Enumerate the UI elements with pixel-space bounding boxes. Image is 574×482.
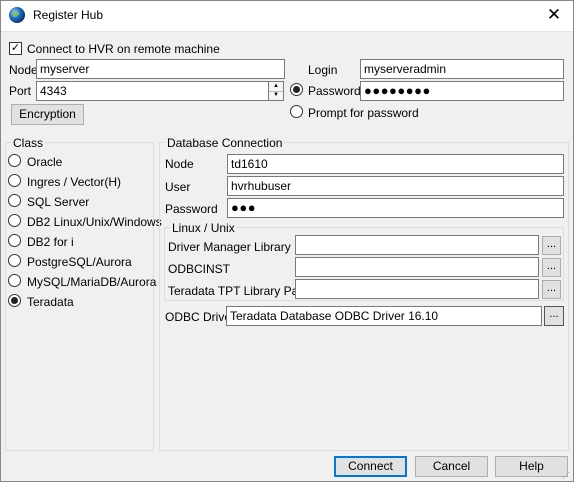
class-radio-db2luw[interactable] [8,214,21,227]
driver-manager-label: Driver Manager Library [168,240,291,254]
class-radio-postgresql[interactable] [8,254,21,267]
class-label-mysql: MySQL/MariaDB/Aurora [27,275,157,289]
odbcinst-browse-button[interactable]: ... [542,258,561,277]
class-label-sqlserver: SQL Server [27,195,90,209]
tpt-library-label: Teradata TPT Library Path [168,284,309,298]
encryption-button[interactable]: Encryption [11,104,84,125]
odbcinst-label: ODBCINST [168,262,231,276]
remote-node-input[interactable]: myserver [36,59,285,79]
hvr-globe-icon [9,7,25,23]
class-label-teradata: Teradata [27,295,74,309]
odbc-driver-label: ODBC Driver [165,310,236,324]
port-spinner[interactable]: ▲ ▼ [268,81,284,101]
class-label-oracle: Oracle [27,155,63,169]
db-node-label: Node [165,157,194,171]
db-node-input[interactable]: td1610 [227,154,564,174]
class-radio-sqlserver[interactable] [8,194,21,207]
cancel-button[interactable]: Cancel [415,456,488,477]
checkmark-icon: ✓ [10,42,21,54]
connect-button[interactable]: Connect [334,456,407,477]
class-radio-db2i[interactable] [8,234,21,247]
linux-unix-title: Linux / Unix [170,221,237,235]
spin-down-icon[interactable]: ▼ [269,91,283,100]
remote-port-input[interactable]: 4343 [36,81,269,101]
odbc-driver-input[interactable]: Teradata Database ODBC Driver 16.10 [226,306,542,326]
class-label-ingres: Ingres / Vector(H) [27,175,122,189]
login-input[interactable]: myserveradmin [360,59,564,79]
class-radio-mysql[interactable] [8,274,21,287]
class-group-title: Class [11,136,46,150]
remote-password-input[interactable]: ●●●●●●●● [360,81,564,101]
db-password-label: Password [165,202,218,216]
help-button[interactable]: Help [495,456,568,477]
class-label-postgresql: PostgreSQL/Aurora [27,255,132,269]
prompt-password-radio[interactable] [290,105,303,118]
password-radio[interactable] [290,83,303,96]
class-label-db2i: DB2 for i [27,235,74,249]
password-radio-label: Password [308,84,361,98]
driver-manager-browse-button[interactable]: ... [542,236,561,255]
db-password-input[interactable]: ●●● [227,198,564,218]
window-title: Register Hub [33,8,104,22]
tpt-library-browse-button[interactable]: ... [542,280,561,299]
remote-checkbox[interactable]: ✓ [9,42,22,55]
db-user-label: User [165,180,191,194]
remote-node-label: Node [9,63,38,77]
remote-port-label: Port [9,84,32,98]
class-radio-oracle[interactable] [8,154,21,167]
login-label: Login [308,63,338,77]
class-label-db2luw: DB2 Linux/Unix/Windows [27,215,162,229]
tpt-library-input[interactable] [295,279,539,299]
db-connection-title: Database Connection [165,136,285,150]
driver-manager-input[interactable] [295,235,539,255]
class-radio-teradata[interactable] [8,294,21,307]
prompt-password-label: Prompt for password [308,106,419,120]
class-radio-ingres[interactable] [8,174,21,187]
odbc-driver-browse-button[interactable]: ... [544,306,564,326]
close-button[interactable]: ✕ [543,5,565,25]
odbcinst-input[interactable] [295,257,539,277]
resize-grip-icon[interactable]: ⋰ [562,471,570,480]
remote-checkbox-label: Connect to HVR on remote machine [27,42,220,56]
db-user-input[interactable]: hvrhubuser [227,176,564,196]
